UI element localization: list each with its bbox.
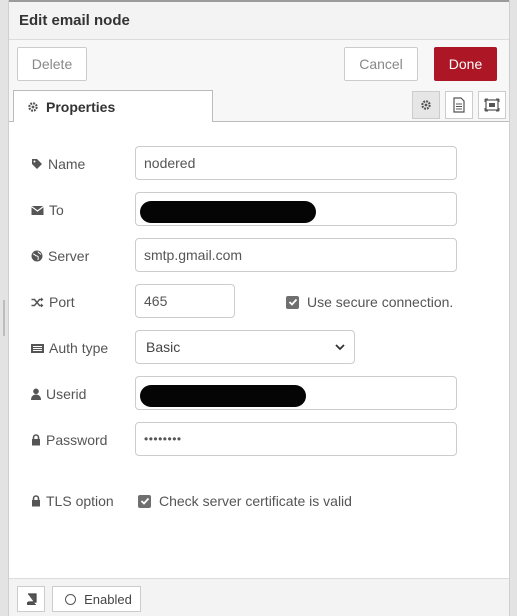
- tab-description-button[interactable]: [445, 91, 473, 119]
- name-row: Name nodered: [9, 146, 509, 182]
- tab-settings-button[interactable]: [412, 91, 440, 119]
- cancel-button[interactable]: Cancel: [344, 47, 418, 81]
- globe-icon: [31, 250, 43, 262]
- auth-type-select[interactable]: Basic: [135, 330, 355, 364]
- name-label: Name: [48, 156, 86, 172]
- secure-connection-label: Use secure connection.: [307, 294, 454, 310]
- tray-footer: Enabled: [9, 578, 509, 616]
- name-input[interactable]: nodered: [135, 146, 457, 180]
- user-icon: [31, 388, 41, 400]
- tls-check-option[interactable]: Check server certificate is valid: [138, 493, 352, 509]
- server-label-wrap: Server: [31, 238, 89, 274]
- enabled-label: Enabled: [84, 591, 132, 607]
- server-input[interactable]: smtp.gmail.com: [135, 238, 457, 272]
- password-label: Password: [46, 432, 108, 448]
- auth-type-label-wrap: Auth type: [31, 330, 108, 366]
- userid-label-wrap: Userid: [31, 376, 86, 412]
- edit-tray: Edit email node Delete Cancel Done Prope…: [9, 0, 509, 616]
- port-row: Port 465 Use secure connection.: [9, 284, 509, 320]
- userid-label: Userid: [46, 386, 87, 402]
- tabs-bar: Properties: [9, 86, 509, 123]
- right-workspace-edge: [509, 0, 517, 616]
- done-button[interactable]: Done: [434, 47, 497, 81]
- properties-form: Name nodered To Server smtp.gmail.com Po…: [9, 122, 509, 578]
- chevron-down-icon: [335, 344, 345, 351]
- document-icon: [453, 97, 465, 113]
- port-label-wrap: Port: [31, 284, 75, 320]
- tray-toolbar: Delete Cancel Done: [9, 40, 509, 86]
- help-book-button[interactable]: [17, 586, 45, 612]
- redaction-mark: [140, 201, 316, 223]
- lock-icon: [32, 434, 40, 446]
- tls-check-label: Check server certificate is valid: [159, 493, 352, 509]
- port-input[interactable]: 465: [135, 284, 235, 318]
- to-row: To: [9, 192, 509, 228]
- name-label-wrap: Name: [31, 146, 85, 182]
- password-input[interactable]: ••••••••: [135, 422, 457, 456]
- checkmark-icon: [288, 298, 297, 306]
- list-icon: [31, 343, 44, 353]
- tls-label-wrap: TLS option: [31, 483, 114, 519]
- auth-type-row: Auth type Basic: [9, 330, 509, 366]
- tray-header: Edit email node: [9, 0, 509, 40]
- tab-properties[interactable]: Properties: [13, 90, 213, 123]
- userid-row: Userid: [9, 376, 509, 412]
- tag-icon: [32, 159, 42, 169]
- to-label-wrap: To: [31, 192, 64, 228]
- secure-connection-option[interactable]: Use secure connection.: [286, 294, 453, 310]
- shuffle-icon: [31, 297, 44, 307]
- gear-icon: [28, 102, 38, 112]
- port-label: Port: [49, 294, 75, 310]
- envelope-icon: [31, 205, 44, 215]
- redaction-mark: [140, 385, 306, 407]
- circle-icon: [65, 593, 77, 605]
- tls-row: TLS option Check server certificate is v…: [9, 483, 509, 519]
- enabled-toggle-button[interactable]: Enabled: [52, 586, 141, 612]
- server-row: Server smtp.gmail.com: [9, 238, 509, 274]
- tab-properties-label: Properties: [46, 99, 116, 115]
- auth-type-value: Basic: [146, 339, 181, 355]
- appearance-icon: [484, 98, 500, 112]
- tls-label: TLS option: [46, 493, 114, 509]
- tray-title: Edit email node: [19, 12, 130, 29]
- to-input[interactable]: [135, 192, 457, 226]
- server-label: Server: [48, 248, 90, 264]
- tab-appearance-button[interactable]: [478, 91, 506, 119]
- gear-icon: [421, 100, 431, 110]
- book-icon: [26, 593, 37, 605]
- delete-button[interactable]: Delete: [17, 47, 87, 81]
- left-workspace-edge: [0, 0, 9, 616]
- lock-icon: [32, 495, 40, 507]
- secure-connection-checkbox[interactable]: [286, 295, 299, 309]
- password-label-wrap: Password: [31, 422, 107, 458]
- tls-check-checkbox[interactable]: [138, 494, 151, 508]
- password-row: Password ••••••••: [9, 422, 509, 458]
- auth-type-label: Auth type: [49, 340, 109, 356]
- to-label: To: [49, 202, 64, 218]
- checkmark-icon: [140, 497, 149, 505]
- userid-input[interactable]: [135, 376, 457, 410]
